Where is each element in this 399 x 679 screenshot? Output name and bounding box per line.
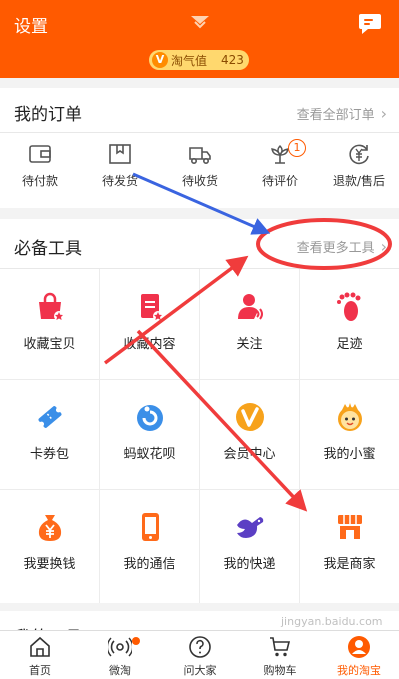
footprint-icon — [337, 292, 361, 321]
tool-assistant[interactable]: 我的小蜜 — [300, 379, 399, 489]
tab-label: 购物车 — [263, 664, 297, 677]
tool-my-express[interactable]: 我的快递 — [200, 489, 299, 599]
tab-label: 微淘 — [109, 664, 131, 677]
truck-icon — [189, 147, 211, 164]
screen: 设置 V 淘气值 423 我的订单 查看全部订单 › 待付款 待发货 待收货 待… — [0, 0, 399, 679]
pull-down-icon[interactable] — [189, 14, 211, 30]
favorite-bag-icon — [39, 292, 64, 321]
tool-label: 会员中心 — [223, 447, 276, 462]
tool-i-am-merchant[interactable]: 我是商家 — [300, 489, 399, 599]
tab-ask-everyone[interactable]: 问大家 — [160, 631, 240, 679]
tool-coupon[interactable]: 卡券包 — [0, 379, 99, 489]
tab-weitao[interactable]: 微淘 — [80, 631, 160, 679]
tool-label: 关注 — [236, 337, 263, 352]
weitao-icon — [108, 637, 132, 657]
tool-footprint[interactable]: 足迹 — [300, 269, 399, 379]
huabei-icon — [137, 405, 163, 431]
order-refund[interactable]: 退款/售后 — [319, 142, 399, 189]
order-pending-shipment[interactable]: 待发货 — [80, 142, 160, 189]
orders-title: 我的订单 — [14, 105, 82, 125]
tool-label: 我要换钱 — [23, 557, 76, 572]
question-icon — [189, 636, 211, 658]
tools-title: 必备工具 — [14, 239, 82, 259]
taoqizhi-badge[interactable]: V 淘气值 423 — [149, 50, 249, 70]
order-pending-payment[interactable]: 待付款 — [0, 142, 80, 189]
order-pending-review[interactable]: 待评价 1 — [240, 139, 320, 189]
notification-dot — [132, 637, 140, 645]
divider — [0, 132, 399, 133]
favorite-content-icon — [141, 294, 163, 321]
chevron-right-icon: › — [380, 104, 387, 123]
tool-follow[interactable]: 关注 — [200, 269, 299, 379]
tool-member-center[interactable]: 会员中心 — [200, 379, 299, 489]
tool-my-telecom[interactable]: 我的通信 — [100, 489, 199, 599]
view-more-tools-label: 查看更多工具 — [296, 241, 375, 256]
tool-label: 蚂蚁花呗 — [123, 447, 176, 462]
tool-huabei[interactable]: 蚂蚁花呗 — [100, 379, 199, 489]
member-center-icon — [236, 403, 264, 431]
tool-label: 足迹 — [336, 337, 363, 352]
order-label: 退款/售后 — [332, 174, 386, 188]
orders-section: 我的订单 查看全部订单 › 待付款 待发货 待收货 待评价 1 退款/售后 — [0, 88, 399, 208]
tool-label: 收藏宝贝 — [23, 337, 76, 352]
my-taobao-icon — [348, 636, 370, 658]
order-pending-receipt[interactable]: 待收货 — [160, 142, 240, 189]
view-all-orders-link[interactable]: 查看全部订单 › — [297, 104, 387, 123]
tab-home[interactable]: 首页 — [0, 631, 80, 679]
money-bag-icon — [38, 515, 62, 541]
tool-label: 收藏内容 — [123, 337, 176, 352]
assistant-icon — [338, 403, 362, 431]
chevron-right-icon: › — [380, 237, 387, 256]
review-count-badge: 1 — [288, 139, 306, 157]
tab-bar: 首页 微淘 问大家 购物车 我的淘宝 — [0, 630, 399, 679]
message-icon[interactable] — [357, 11, 383, 37]
tab-cart[interactable]: 购物车 — [240, 631, 320, 679]
taoqizhi-label: 淘气值 — [171, 53, 208, 68]
cart-icon — [270, 637, 291, 657]
tool-exchange-money[interactable]: 我要换钱 — [0, 489, 99, 599]
tool-label: 卡券包 — [29, 447, 69, 462]
taoqizhi-value: 423 — [221, 53, 244, 67]
tab-label: 问大家 — [183, 664, 217, 677]
refund-icon — [349, 144, 369, 165]
follow-icon — [238, 294, 263, 320]
watermark: jingyan.baidu.com — [281, 615, 383, 628]
tool-label: 我的小蜜 — [323, 447, 376, 462]
phone-icon — [142, 513, 159, 541]
header: 设置 V 淘气值 423 — [0, 0, 399, 78]
tab-label: 首页 — [29, 664, 51, 677]
shop-icon — [338, 515, 362, 539]
coupon-icon — [38, 406, 62, 428]
bird-icon — [237, 517, 264, 538]
tab-my-taobao[interactable]: 我的淘宝 — [319, 631, 399, 679]
order-label: 待评价 — [261, 174, 298, 188]
view-more-tools-link[interactable]: 查看更多工具 › — [297, 237, 387, 256]
tab-label: 我的淘宝 — [337, 664, 381, 677]
view-all-orders-label: 查看全部订单 — [296, 108, 375, 123]
order-label: 待发货 — [101, 174, 138, 188]
tool-favorite-content[interactable]: 收藏内容 — [100, 269, 199, 379]
wallet-icon — [29, 145, 51, 163]
tool-label: 我的快递 — [223, 557, 276, 572]
tool-favorite-items[interactable]: 收藏宝贝 — [0, 269, 99, 379]
v-badge-icon: V — [152, 52, 168, 68]
settings-button[interactable]: 设置 — [14, 12, 48, 37]
order-label: 待付款 — [21, 174, 58, 188]
package-icon — [109, 144, 131, 164]
tool-label: 我的通信 — [123, 557, 176, 572]
tools-section: 必备工具 查看更多工具 › 收藏宝贝 收藏内容 关注 足迹 卡券包 蚂蚁花呗 会… — [0, 219, 399, 603]
tool-label: 我是商家 — [323, 557, 376, 572]
order-label: 待收货 — [181, 174, 218, 188]
home-icon — [30, 636, 50, 657]
